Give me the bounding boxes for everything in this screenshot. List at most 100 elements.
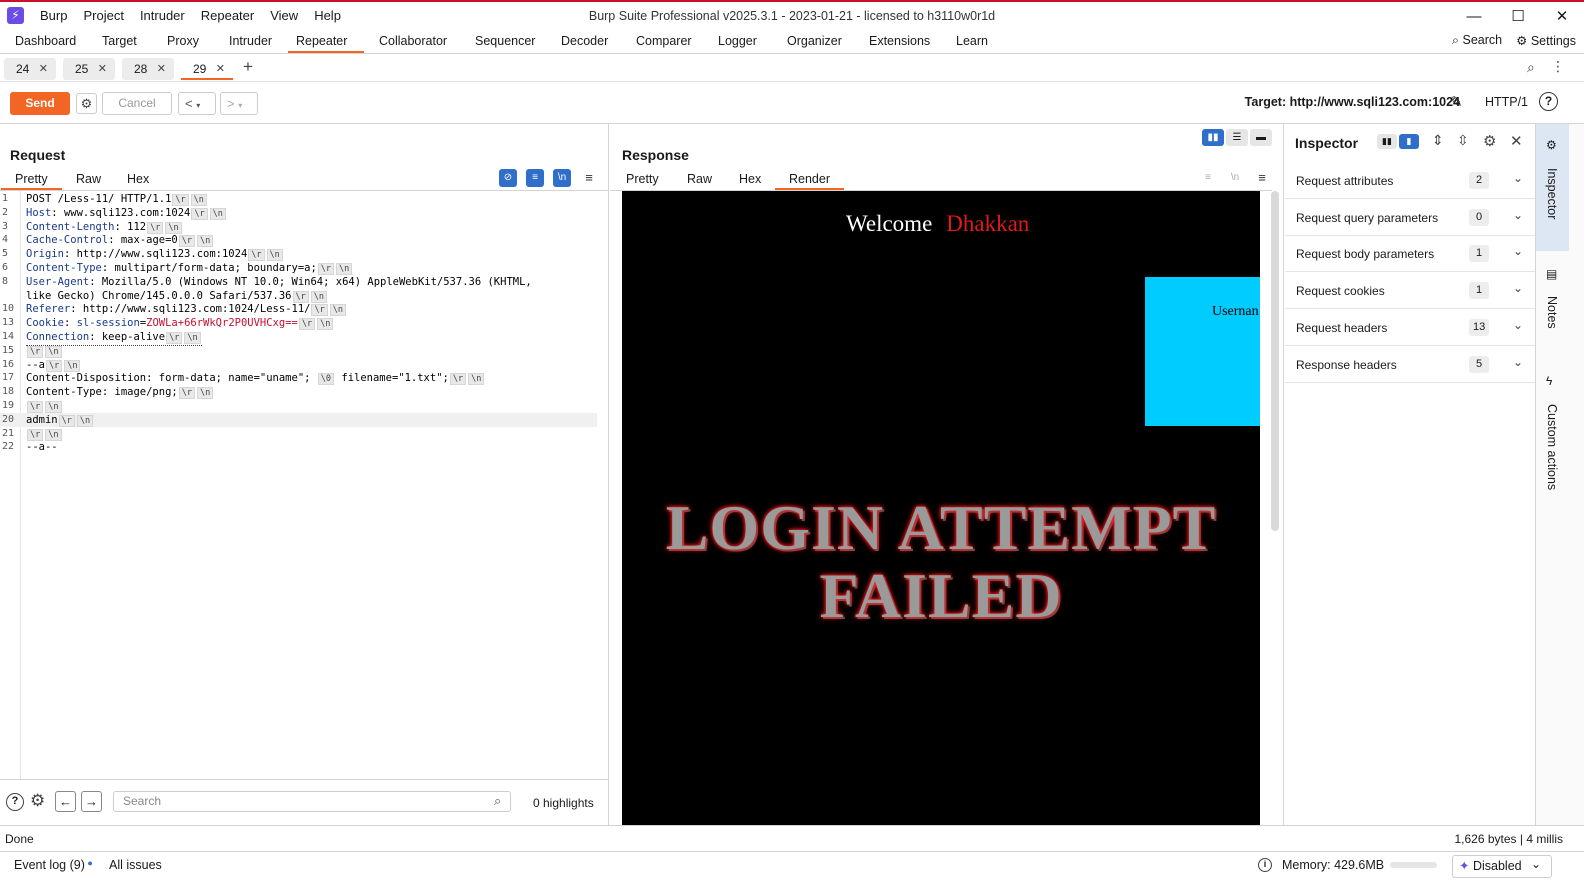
cancel-button[interactable]: Cancel (102, 92, 172, 115)
expand-all-icon[interactable]: ⇕ (1432, 132, 1444, 149)
chevron-down-icon[interactable]: ⌄ (1513, 318, 1523, 332)
edit-target-icon[interactable]: ✎ (1450, 93, 1463, 111)
request-line[interactable]: 4 Cache-Control: max-age=0 \r \n (0, 233, 597, 248)
response-tab-render[interactable]: Render (775, 172, 844, 190)
request-line[interactable]: 19 \r \n (0, 399, 597, 413)
pane-menu-icon[interactable]: ≡ (580, 169, 598, 187)
repeater-tab-25[interactable]: 25 ✕ (63, 58, 115, 80)
tab-decoder[interactable]: Decoder (553, 31, 616, 53)
next-match-icon[interactable]: → (81, 791, 102, 812)
close-tab-icon[interactable]: ✕ (39, 58, 48, 80)
settings-button[interactable]: ⚙ Settings (1516, 33, 1576, 48)
inspector-row[interactable]: Request headers 13 ⌄ (1285, 310, 1535, 346)
inspector-layout-icon[interactable]: ▮▮ (1377, 134, 1397, 149)
tab-comparer[interactable]: Comparer (628, 31, 700, 53)
hide-nonprintable-icon[interactable]: ⊘ (499, 169, 517, 187)
response-scrollbar[interactable] (1271, 191, 1279, 531)
pane-menu-icon[interactable]: ≡ (1253, 169, 1271, 187)
help-icon[interactable]: ? (1539, 92, 1558, 111)
close-tab-icon[interactable]: ✕ (98, 58, 107, 80)
rail-inspector[interactable]: ⚙ Inspector (1536, 124, 1569, 251)
layout-tabs-icon[interactable]: ▬ (1250, 129, 1272, 146)
all-issues-link[interactable]: All issues (109, 858, 162, 872)
inspector-layout-active-icon[interactable]: ▮ (1399, 134, 1419, 149)
wrap-lines-icon[interactable]: ≡ (1199, 169, 1217, 187)
request-line[interactable]: 13 Cookie: sl-session=ZOWLa+66rWkQr2P0UVH… (0, 316, 597, 331)
tab-logger[interactable]: Logger (710, 31, 765, 53)
repeater-tab-29[interactable]: 29 ✕ (181, 58, 233, 80)
request-line[interactable]: 20 admin \r \n (0, 412, 597, 427)
request-line[interactable]: 15 \r \n (0, 344, 597, 358)
send-button[interactable]: Send (10, 92, 70, 115)
show-newlines-icon[interactable]: \n (553, 169, 571, 187)
request-line[interactable]: 6 Content-Type: multipart/form-data; boun… (0, 261, 597, 275)
rail-notes[interactable]: ▤ Notes (1536, 264, 1569, 354)
request-line[interactable]: 1 POST /Less-11/ HTTP/1.1 \r \n (0, 192, 597, 206)
minimize-icon[interactable]: — (1452, 2, 1496, 31)
gear-icon[interactable]: ⚙ (30, 791, 45, 811)
tab-proxy[interactable]: Proxy (159, 31, 207, 53)
request-search-input[interactable]: Search (113, 791, 511, 812)
chevron-down-icon[interactable]: ⌄ (1513, 171, 1523, 185)
request-line[interactable]: 5 Origin: http://www.sqli123.com:1024 \r \n (0, 247, 597, 262)
inspector-row[interactable]: Request body parameters 1 ⌄ (1285, 236, 1535, 273)
wrap-lines-icon[interactable]: ≡ (526, 169, 544, 187)
tab-organizer[interactable]: Organizer (779, 31, 850, 53)
tab-extensions[interactable]: Extensions (861, 31, 938, 53)
request-line[interactable]: 10 Referer: http://www.sqli123.com:1024/L… (0, 302, 597, 317)
request-tab-hex[interactable]: Hex (113, 172, 163, 190)
tab-collaborator[interactable]: Collaborator (371, 31, 455, 53)
gear-icon[interactable]: ⚙ (1483, 132, 1496, 150)
chevron-down-icon[interactable]: ⌄ (1513, 208, 1523, 222)
request-line[interactable]: 18 Content-Type: image/png; \r \n (0, 385, 597, 400)
history-forward-button[interactable]: > ▾ (220, 92, 258, 115)
collapse-all-icon[interactable]: ⇳ (1457, 132, 1469, 149)
history-back-button[interactable]: < ▾ (178, 92, 216, 115)
chevron-down-icon[interactable]: ⌄ (1513, 281, 1523, 295)
request-line[interactable]: 17 Content-Disposition: form-data; name="… (0, 371, 597, 386)
layout-stacked-icon[interactable]: ☰ (1226, 129, 1248, 146)
info-icon[interactable]: i (1258, 858, 1272, 872)
rail-custom-actions[interactable]: ϟ Custom actions (1536, 374, 1569, 504)
tab-sequencer[interactable]: Sequencer (467, 31, 543, 53)
inspector-row[interactable]: Request attributes 2 ⌄ (1285, 163, 1535, 199)
request-line[interactable]: 2 Host: www.sqli123.com:1024 \r \n (0, 206, 597, 220)
layout-side-by-side-icon[interactable]: ▮▮ (1202, 129, 1224, 146)
inspector-row[interactable]: Request cookies 1 ⌄ (1285, 273, 1535, 310)
event-log-link[interactable]: Event log (9) ● (14, 858, 93, 872)
request-line[interactable]: 8 User-Agent: Mozilla/5.0 (Windows NT 10.… (0, 275, 597, 289)
request-editor[interactable]: 1 POST /Less-11/ HTTP/1.1 \r \n 2 Host: www.s… (0, 191, 608, 779)
response-tab-pretty[interactable]: Pretty (612, 172, 673, 190)
response-tab-raw[interactable]: Raw (673, 172, 726, 190)
request-tab-raw[interactable]: Raw (62, 172, 115, 190)
tab-learn[interactable]: Learn (948, 31, 996, 53)
request-line[interactable]: 16 --a \r \n (0, 358, 597, 372)
request-line[interactable]: 22 --a-- (0, 440, 597, 454)
close-tab-icon[interactable]: ✕ (157, 58, 166, 80)
tab-target[interactable]: Target (94, 31, 145, 53)
send-settings-icon[interactable]: ⚙ (76, 93, 97, 114)
chevron-down-icon[interactable]: ⌄ (1531, 857, 1541, 871)
tab-intruder[interactable]: Intruder (221, 31, 280, 53)
request-line[interactable]: like Gecko) Chrome/145.0.0.0 Safari/537.… (0, 289, 597, 303)
search-tabs-icon[interactable]: ⌕ (1527, 59, 1535, 76)
close-icon[interactable]: ✕ (1540, 2, 1584, 31)
show-newlines-icon[interactable]: \n (1226, 169, 1244, 187)
repeater-tab-24[interactable]: 24 ✕ (4, 58, 56, 80)
tab-dashboard[interactable]: Dashboard (7, 31, 84, 53)
help-icon[interactable]: ? (6, 793, 24, 811)
repeater-tab-28[interactable]: 28 ✕ (122, 58, 174, 80)
chevron-down-icon[interactable]: ⌄ (1513, 244, 1523, 258)
response-tab-hex[interactable]: Hex (725, 172, 775, 190)
maximize-icon[interactable]: ☐ (1496, 2, 1540, 31)
tab-repeater[interactable]: Repeater (288, 31, 364, 53)
http-version[interactable]: HTTP/1 (1485, 95, 1528, 109)
prev-match-icon[interactable]: ← (55, 791, 76, 812)
chevron-down-icon[interactable]: ⌄ (1513, 355, 1523, 369)
add-tab-icon[interactable]: + (243, 57, 253, 77)
more-options-icon[interactable]: ⋮ (1551, 58, 1565, 75)
close-icon[interactable]: ✕ (1510, 132, 1523, 150)
request-line[interactable]: 14 Connection: keep-alive \r \n (0, 330, 597, 346)
request-line[interactable]: 21 \r \n (0, 427, 597, 441)
request-line[interactable]: 3 Content-Length: 112 \r \n (0, 220, 597, 234)
